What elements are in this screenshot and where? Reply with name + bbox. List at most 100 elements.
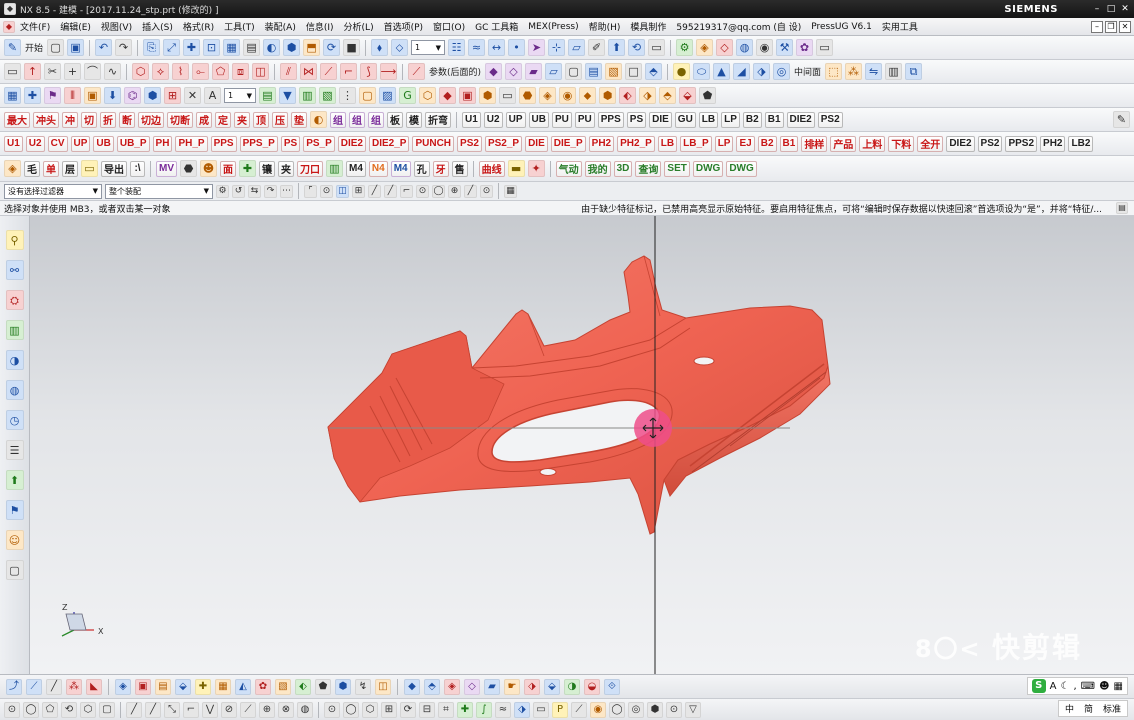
bt1-30-icon[interactable]: ⟐ xyxy=(604,678,620,695)
cylinder-icon[interactable]: ⬭ xyxy=(693,63,711,80)
menu-mex-press[interactable]: MEX(Press) xyxy=(523,22,583,32)
plate2-pps-p[interactable]: PPS_P xyxy=(239,135,278,152)
font-size-select[interactable]: 1 ▼ xyxy=(224,88,256,103)
bt2-2-icon[interactable]: ◯ xyxy=(23,701,39,718)
feature-30-icon[interactable]: ⬗ xyxy=(639,87,656,104)
surface-2-icon[interactable]: ◇ xyxy=(505,63,523,80)
undo-icon[interactable]: ↶ xyxy=(95,39,113,56)
die-btn-j[interactable]: 垫 xyxy=(291,111,307,128)
monitor-icon[interactable]: ▭ xyxy=(816,39,834,56)
snap-quadrant-icon[interactable]: ◯ xyxy=(432,184,445,198)
model-view[interactable]: X Z xyxy=(30,216,1134,674)
feature-1-icon[interactable]: ▦ xyxy=(4,87,21,104)
yellow-icon[interactable]: ▬ xyxy=(507,160,525,177)
menu-information[interactable]: 信息(I) xyxy=(301,20,339,33)
class-select-icon[interactable]: ☷ xyxy=(448,39,466,56)
render-style-icon[interactable]: ■ xyxy=(343,39,361,56)
gear-icon[interactable]: ◈ xyxy=(4,160,21,177)
mirror-icon[interactable]: ⇋ xyxy=(865,63,883,80)
die-btn-e[interactable]: 成 xyxy=(196,111,212,128)
query-button[interactable]: 查询 xyxy=(635,160,662,177)
export-button[interactable]: 导出 xyxy=(101,160,127,177)
bt2-3-icon[interactable]: ⬠ xyxy=(42,701,58,718)
bt2-12-icon[interactable]: ⊘ xyxy=(221,701,237,718)
bt2-20-icon[interactable]: ⊞ xyxy=(381,701,397,718)
plate2-die2[interactable]: DIE2 xyxy=(337,135,366,152)
menu-preferences[interactable]: 首选项(P) xyxy=(379,20,428,33)
bt1-7-icon[interactable]: ▣ xyxy=(135,678,151,695)
bt2-6-icon[interactable]: ▢ xyxy=(99,701,115,718)
unite-icon[interactable]: ⧉ xyxy=(905,63,923,80)
feature-31-icon[interactable]: ⬘ xyxy=(659,87,676,104)
feature-12-icon[interactable]: ▼ xyxy=(279,87,296,104)
tooth-button[interactable]: 牙 xyxy=(432,160,449,177)
plate-pps[interactable]: PPS xyxy=(597,111,624,128)
feature-13-icon[interactable]: ▥ xyxy=(299,87,316,104)
bt1-5-icon[interactable]: ◣ xyxy=(86,678,102,695)
menu-mold-making[interactable]: 模具制作 xyxy=(625,20,671,33)
text-icon[interactable]: A xyxy=(204,87,221,104)
module-icon[interactable]: ◇ xyxy=(716,39,734,56)
die-btn-group-1[interactable]: 组 xyxy=(330,111,346,128)
dwg-button-2[interactable]: DWG xyxy=(726,160,757,177)
sell-button[interactable]: 售 xyxy=(451,160,468,177)
plate2-ps2-p[interactable]: PS2_P xyxy=(484,135,523,152)
filter-9-icon[interactable]: ⊞ xyxy=(352,184,365,198)
die-btn-i[interactable]: 压 xyxy=(272,111,288,128)
split-icon[interactable]: ⫽ xyxy=(280,63,297,80)
menu-format[interactable]: 格式(R) xyxy=(178,20,219,33)
patch-icon[interactable]: ⬠ xyxy=(212,63,229,80)
ime-grid-icon[interactable]: ▦ xyxy=(1114,681,1123,692)
feature-10-icon[interactable]: ✕ xyxy=(184,87,201,104)
bt2-4-icon[interactable]: ⟲ xyxy=(61,701,77,718)
surface-7-icon[interactable]: ▧ xyxy=(605,63,623,80)
csys-icon[interactable]: ⊹ xyxy=(548,39,566,56)
plate2-ph2[interactable]: PH2 xyxy=(588,135,615,152)
feature-21-icon[interactable]: ▣ xyxy=(459,87,476,104)
start-icon[interactable]: ✎ xyxy=(4,39,21,56)
bt2-18-icon[interactable]: ◯ xyxy=(343,701,359,718)
bt2-1-icon[interactable]: ⊙ xyxy=(4,701,20,718)
plate-die2[interactable]: DIE2 xyxy=(786,111,815,128)
plate2-ph-p[interactable]: PH_P xyxy=(175,135,208,152)
plus-green-icon[interactable]: ✚ xyxy=(239,160,256,177)
plate-b2[interactable]: B2 xyxy=(742,111,762,128)
ime-moon-icon[interactable]: ☾ xyxy=(1061,681,1070,692)
plus-icon[interactable]: + xyxy=(64,63,81,80)
measure-distance-icon[interactable]: ↔ xyxy=(488,39,506,56)
menu-help[interactable]: 帮助(H) xyxy=(584,20,626,33)
doc-restore-icon[interactable]: ❐ xyxy=(1105,20,1117,33)
bt2-13-icon[interactable]: ⟋ xyxy=(240,701,256,718)
bt2-29-icon[interactable]: P xyxy=(552,701,568,718)
die-btn-punch[interactable]: 冲头 xyxy=(33,111,59,128)
bt1-24-icon[interactable]: ▰ xyxy=(484,678,500,695)
plane-icon[interactable]: ▱ xyxy=(568,39,586,56)
snap-control-icon[interactable]: ⌐ xyxy=(400,184,413,198)
3d-button[interactable]: 3D xyxy=(613,160,633,177)
feature-22-icon[interactable]: ⬢ xyxy=(479,87,496,104)
bt2-28-icon[interactable]: ▭ xyxy=(533,701,549,718)
plate2-lb[interactable]: LB xyxy=(657,135,678,152)
plate2-die2-p[interactable]: DIE2_P xyxy=(369,135,410,152)
extend-icon[interactable]: ⟶ xyxy=(380,63,397,80)
select-icon[interactable]: ⤢ xyxy=(163,39,181,56)
bt2-32-icon[interactable]: ◯ xyxy=(609,701,625,718)
plate2-cv[interactable]: CV xyxy=(47,135,68,152)
view-icon[interactable]: ◐ xyxy=(263,39,281,56)
midsurface-label[interactable]: 中间面 xyxy=(793,65,822,78)
plate-u1[interactable]: U1 xyxy=(462,111,481,128)
plate2-ph2-p[interactable]: PH2_P xyxy=(617,135,655,152)
bt1-26-icon[interactable]: ⬗ xyxy=(524,678,540,695)
bt1-29-icon[interactable]: ◒ xyxy=(584,678,600,695)
intersect-icon[interactable]: ⋈ xyxy=(300,63,317,80)
ruler-icon[interactable]: ▭ xyxy=(648,39,666,56)
param-label[interactable]: 参数(后面的) xyxy=(428,65,482,78)
menu-assemblies[interactable]: 装配(A) xyxy=(260,20,301,33)
doc-close-icon[interactable]: ✕ xyxy=(1119,20,1131,33)
bt2-8-icon[interactable]: ╱ xyxy=(145,701,161,718)
filter-6-icon[interactable]: ⌜ xyxy=(304,184,317,198)
bt2-7-icon[interactable]: ╱ xyxy=(126,701,142,718)
plate2-b2[interactable]: B2 xyxy=(757,135,777,152)
bt2-25-icon[interactable]: ∫ xyxy=(476,701,492,718)
drive-button[interactable]: :\ xyxy=(130,160,145,177)
